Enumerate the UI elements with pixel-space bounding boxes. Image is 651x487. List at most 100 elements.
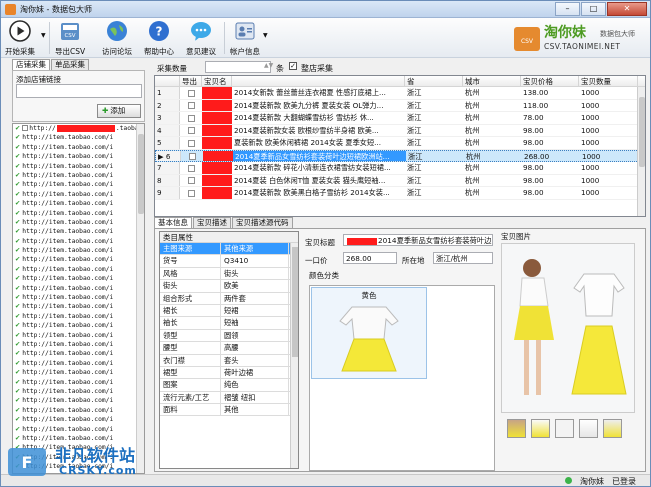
checkbox[interactable] <box>22 125 29 131</box>
export-checkbox[interactable] <box>187 89 195 97</box>
color-swatch[interactable]: 黄色 <box>311 287 427 379</box>
table-row[interactable]: 9 2014夏装新款 欧美黑白格子雪纺衫 2014女装... 浙江 杭州 98.00 10… <box>155 187 645 200</box>
list-item[interactable]: ✔http://item.taobao.com/i <box>13 321 144 330</box>
col-city[interactable]: 城市 <box>463 76 521 86</box>
list-item[interactable]: ✔http://item.taobao.com/i <box>13 274 144 283</box>
store-link-input[interactable] <box>16 84 142 98</box>
list-item[interactable]: ✔http://item.taobao.com/i <box>13 425 144 434</box>
spinner-icon[interactable]: ▲▼ <box>264 62 273 69</box>
list-item[interactable]: ✔http://.taobao.c <box>13 124 144 133</box>
list-item[interactable]: ✔http://item.taobao.com/i <box>13 387 144 396</box>
visit-forum-button[interactable]: 访问论坛 <box>102 20 132 57</box>
url-list[interactable]: ✔http://.taobao.c ✔http://item.taobao.com… <box>12 123 145 474</box>
list-item[interactable]: ✔http://item.taobao.com/i <box>13 368 144 377</box>
col-name[interactable]: 宝贝名称 <box>202 76 232 97</box>
list-item[interactable]: ✔http://item.taobao.com/i <box>13 302 144 311</box>
tab-description-source[interactable]: 宝贝描述源代码 <box>232 217 293 228</box>
table-row[interactable]: 2 2014夏装新款 欧美九分裤 夏装女装 OL弹力... 浙江 杭州 118.00 10… <box>155 99 645 112</box>
location-field[interactable]: 浙江/杭州 <box>433 252 493 264</box>
tab-store-collect[interactable]: 店铺采集 <box>12 59 50 70</box>
property-row[interactable]: 面料 其他 <box>160 404 298 417</box>
list-item[interactable]: ✔http://item.taobao.com/i <box>13 218 144 227</box>
url-list-scrollbar[interactable] <box>136 124 144 473</box>
table-row[interactable]: 3 2014夏装新款 大翻蝴蝶雪纺衫 雪纺衫 休... 浙江 杭州 78.00 1000 <box>155 112 645 125</box>
list-item[interactable]: ✔http://item.taobao.com/i <box>13 209 144 218</box>
tab-description[interactable]: 宝贝描述 <box>193 217 231 228</box>
property-scrollbar[interactable] <box>290 243 298 468</box>
export-checkbox[interactable] <box>187 127 195 134</box>
list-item[interactable]: ✔http://item.taobao.com/i <box>13 255 144 264</box>
list-item[interactable]: ✔http://item.taobao.com/i <box>13 284 144 293</box>
list-item[interactable]: ✔http://item.taobao.com/i <box>13 237 144 246</box>
minimize-button[interactable]: – <box>555 2 580 16</box>
list-item[interactable]: ✔http://item.taobao.com/i <box>13 406 144 415</box>
maximize-button[interactable]: □ <box>581 2 606 16</box>
list-item[interactable]: ✔http://item.taobao.com/i <box>13 162 144 171</box>
help-center-button[interactable]: ? 帮助中心 <box>144 20 174 57</box>
property-row[interactable]: 组合形式 两件套 <box>160 292 298 305</box>
title-field[interactable]: 2014夏季新品女雪纺衫套装荷叶边 <box>343 234 493 246</box>
list-item[interactable]: ✔http://item.taobao.com/i <box>13 246 144 255</box>
col-province[interactable]: 省 <box>405 76 463 86</box>
close-button[interactable]: ✕ <box>607 2 647 16</box>
account-info-button[interactable]: 帐户信息 <box>230 20 260 57</box>
whole-store-checkbox[interactable]: ✓ <box>289 62 297 70</box>
thumbnail[interactable] <box>531 419 550 438</box>
col-price[interactable]: 宝贝价格 <box>521 76 579 86</box>
table-row[interactable]: 7 2014夏装新款 碎花小清新连衣裙雪纺女装短裙... 浙江 杭州 98.00 1000 <box>155 162 645 175</box>
grid-scrollbar[interactable] <box>637 87 645 216</box>
property-row[interactable]: 腰型 高腰 <box>160 342 298 355</box>
qty-input[interactable] <box>205 61 271 73</box>
property-row[interactable]: 裙型 荷叶边裙 <box>160 366 298 380</box>
property-row[interactable]: 图案 纯色 <box>160 379 298 392</box>
list-item[interactable]: ✔http://item.taobao.com/i <box>13 293 144 302</box>
add-button[interactable]: ✚ 添加 <box>97 104 141 118</box>
property-row[interactable]: 衣门襟 套头 <box>160 354 298 367</box>
property-row[interactable]: 街头 欧美 <box>160 280 298 293</box>
list-item[interactable]: ✔http://item.taobao.com/i <box>13 152 144 161</box>
property-row[interactable]: 裙长 短裙 <box>160 304 298 318</box>
main-product-image[interactable] <box>501 243 635 413</box>
list-item[interactable]: ✔http://item.taobao.com/i <box>13 359 144 368</box>
feedback-button[interactable]: 意见建议 <box>186 20 216 57</box>
export-checkbox[interactable] <box>187 177 195 184</box>
export-checkbox[interactable] <box>188 153 196 160</box>
list-item[interactable]: ✔http://item.taobao.com/i <box>13 143 144 152</box>
table-row[interactable]: 1 2014女新款 蕾丝蕾丝连衣裙夏 性感打底裙上... 浙江 杭州 138.00 100… <box>155 87 645 100</box>
col-export[interactable]: 导出 <box>180 76 202 86</box>
export-checkbox[interactable] <box>187 102 195 109</box>
table-row[interactable]: 8 2014夏装 白色休闲T恤 夏装女装 猫头鹰短袖... 浙江 杭州 98.00 100… <box>155 174 645 187</box>
property-row[interactable]: 袖长 短袖 <box>160 317 298 330</box>
thumbnail[interactable] <box>579 419 598 438</box>
tab-basic-info[interactable]: 基本信息 <box>154 217 192 228</box>
list-item[interactable]: ✔http://item.taobao.com/i <box>13 340 144 349</box>
property-row[interactable]: 货号 Q3410 <box>160 255 298 268</box>
list-item[interactable]: ✔http://item.taobao.com/i <box>13 227 144 236</box>
tab-single-collect[interactable]: 单品采集 <box>51 59 89 70</box>
list-item[interactable]: ✔http://item.taobao.com/i <box>13 415 144 424</box>
export-checkbox[interactable] <box>187 114 195 122</box>
table-row[interactable]: 4 2014夏装新款女装 欧根纱雪纺半身裙 欧美... 浙江 杭州 98.00 1000 <box>155 124 645 137</box>
list-item[interactable]: ✔http://item.taobao.com/i <box>13 265 144 274</box>
thumbnail[interactable] <box>555 419 574 438</box>
table-row[interactable]: 5 夏装新款 欧美休闲裤裙 2014女装 夏季女短... 浙江 杭州 98.00 1000 <box>155 137 645 150</box>
list-item[interactable]: ✔http://item.taobao.com/i <box>13 349 144 358</box>
property-row[interactable]: 风格 街头 <box>160 267 298 281</box>
export-csv-button[interactable]: CSV 导出CSV <box>55 20 85 57</box>
list-item[interactable]: ✔http://item.taobao.com/i <box>13 180 144 189</box>
list-item[interactable]: ✔http://item.taobao.com/i <box>13 190 144 199</box>
export-checkbox[interactable] <box>187 139 195 147</box>
list-item[interactable]: ✔http://item.taobao.com/i <box>13 199 144 208</box>
thumbnail[interactable] <box>603 419 622 438</box>
property-row[interactable]: 流行元素/工艺 褶皱 纽扣 <box>160 391 298 405</box>
property-row-selected[interactable]: 主图来源 其他来源 <box>160 243 298 256</box>
list-item[interactable]: ✔http://item.taobao.com/i <box>13 378 144 387</box>
table-row[interactable]: ▶ 6 2014夏季新品女雪纺衫套装荷叶边短裙欧洲站... 浙江 杭州 268.00 10… <box>155 149 645 162</box>
dropdown-arrow-icon[interactable]: ▼ <box>263 32 268 39</box>
list-item[interactable]: ✔http://item.taobao.com/i <box>13 396 144 405</box>
col-qty[interactable]: 宝贝数量 <box>579 76 638 86</box>
thumbnail[interactable] <box>507 419 526 438</box>
list-item[interactable]: ✔http://item.taobao.com/i <box>13 312 144 321</box>
list-item[interactable]: ✔http://item.taobao.com/i <box>13 171 144 180</box>
dropdown-arrow-icon[interactable]: ▼ <box>41 32 46 39</box>
